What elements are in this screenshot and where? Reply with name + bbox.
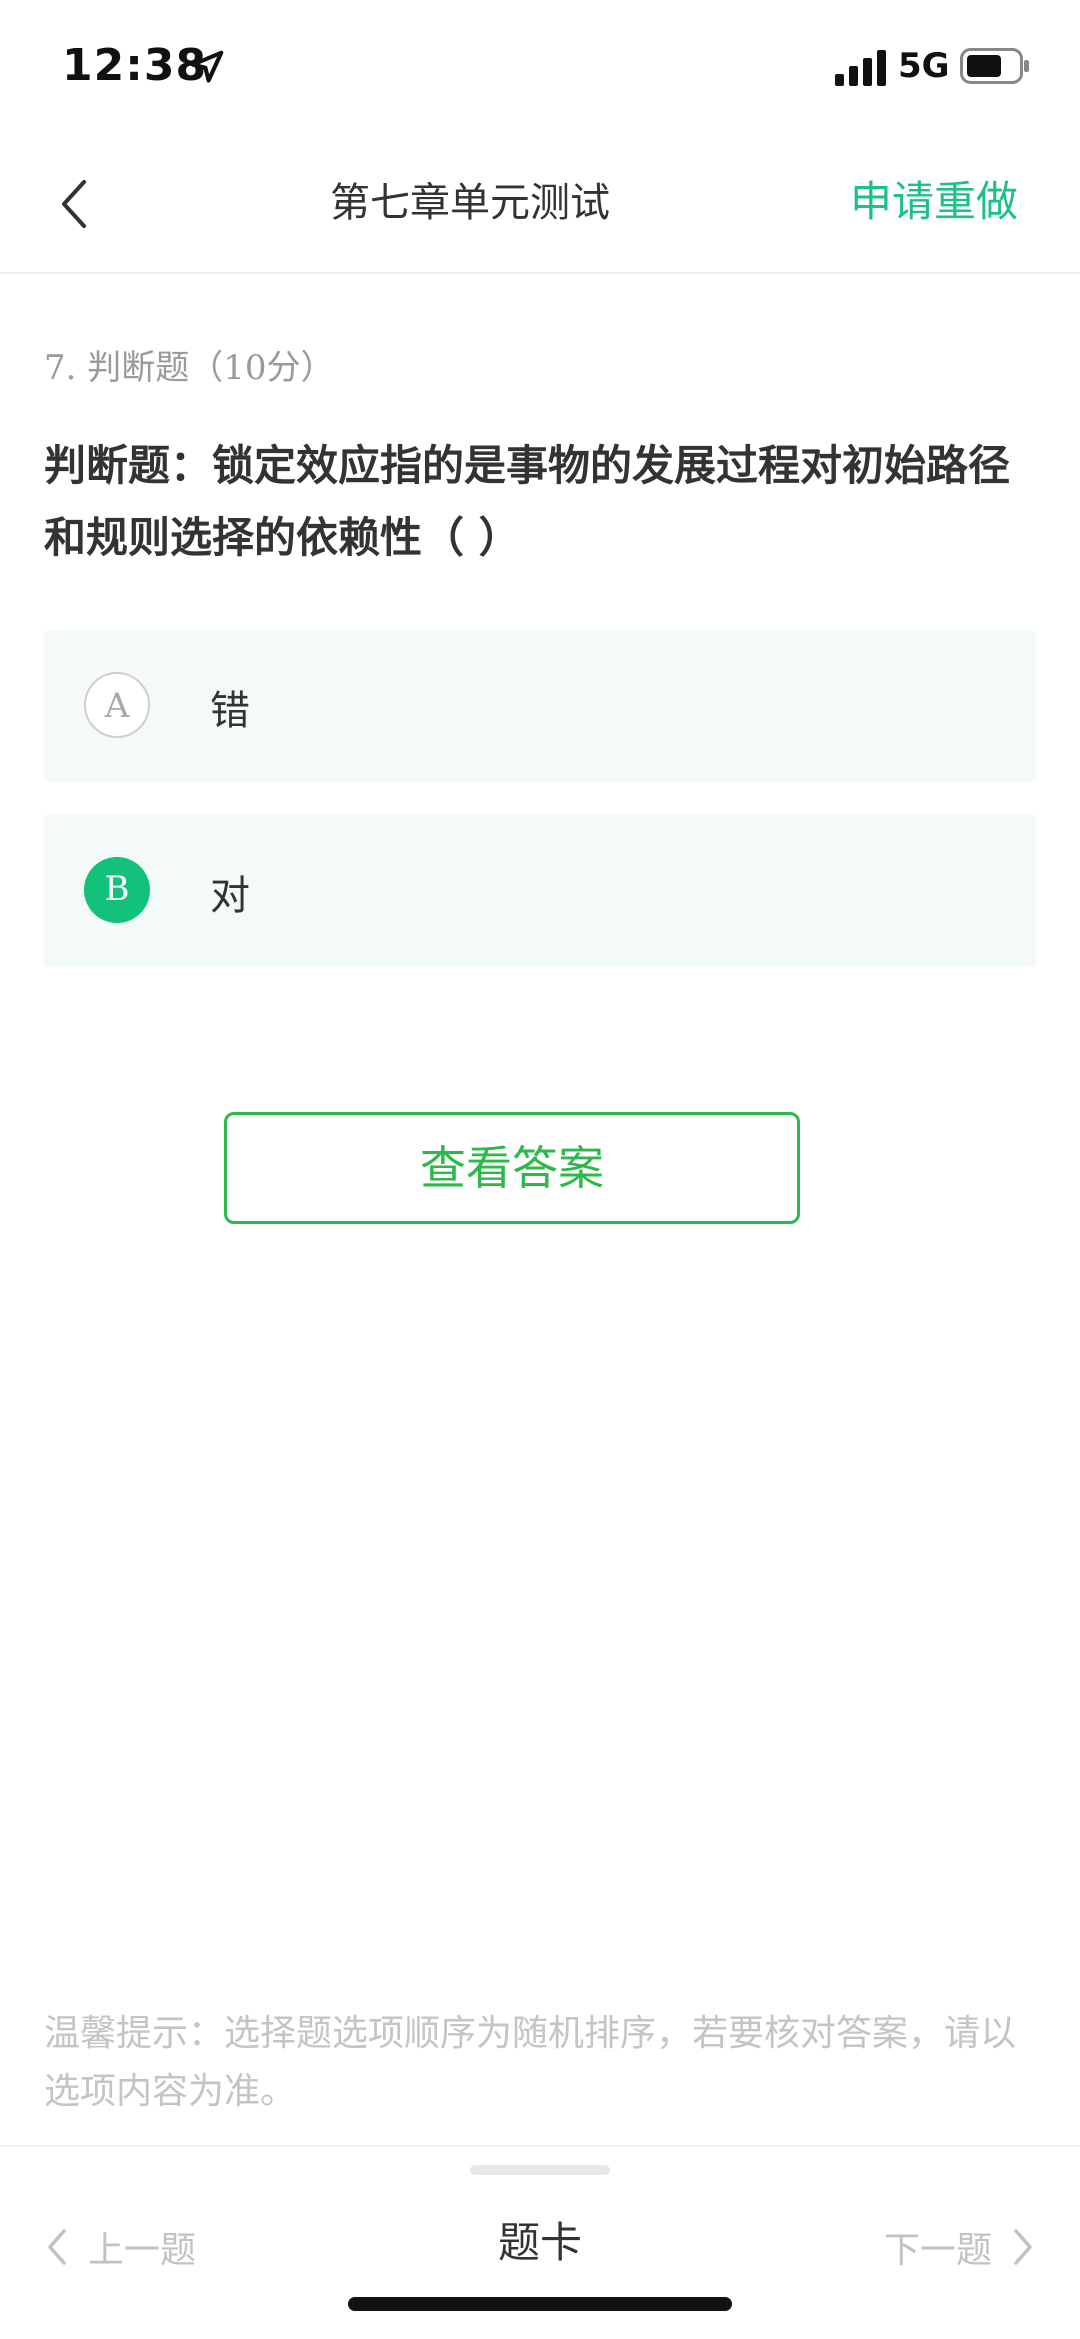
nav-bar: 第七章单元测试 申请重做 <box>0 136 1080 274</box>
drag-handle[interactable] <box>470 2165 610 2175</box>
home-indicator <box>348 2297 732 2311</box>
question-text: 判断题：锁定效应指的是事物的发展过程对初始路径和规则选择的依赖性（ ） <box>44 441 1011 562</box>
chevron-left-icon <box>48 2229 66 2265</box>
status-bar: 12:38 5G <box>0 0 1080 136</box>
status-time: 12:38 <box>62 40 208 91</box>
page-title: 第七章单元测试 <box>330 180 610 226</box>
next-question-label: 下一题 <box>883 2230 992 2271</box>
question-card-button[interactable]: 题卡 <box>440 2209 640 2270</box>
question-meta: 7. 判断题（10分） <box>44 348 335 388</box>
chevron-right-icon <box>1014 2229 1032 2265</box>
option-b-label: 对 <box>210 873 250 919</box>
next-question-button[interactable]: 下一题 <box>884 2217 1036 2277</box>
tip-text: 温馨提示：选择题选项顺序为随机排序，若要核对答案，请以选项内容为准。 <box>44 2013 1017 2112</box>
option-b-badge: B <box>84 857 150 923</box>
view-answer-button[interactable]: 查看答案 <box>224 1112 800 1224</box>
option-a[interactable]: A 错 <box>44 630 1036 782</box>
option-a-badge: A <box>84 672 150 738</box>
battery-icon <box>960 48 1029 84</box>
option-b[interactable]: B 对 <box>44 815 1036 967</box>
network-type: 5G <box>898 46 950 86</box>
prev-question-button[interactable]: 上一题 <box>44 2217 196 2277</box>
option-a-label: 错 <box>210 688 250 734</box>
cellular-signal-icon <box>835 50 886 86</box>
request-redo-button[interactable]: 申请重做 <box>850 168 1018 229</box>
prev-question-label: 上一题 <box>88 2230 197 2271</box>
location-arrow-icon <box>190 50 224 83</box>
